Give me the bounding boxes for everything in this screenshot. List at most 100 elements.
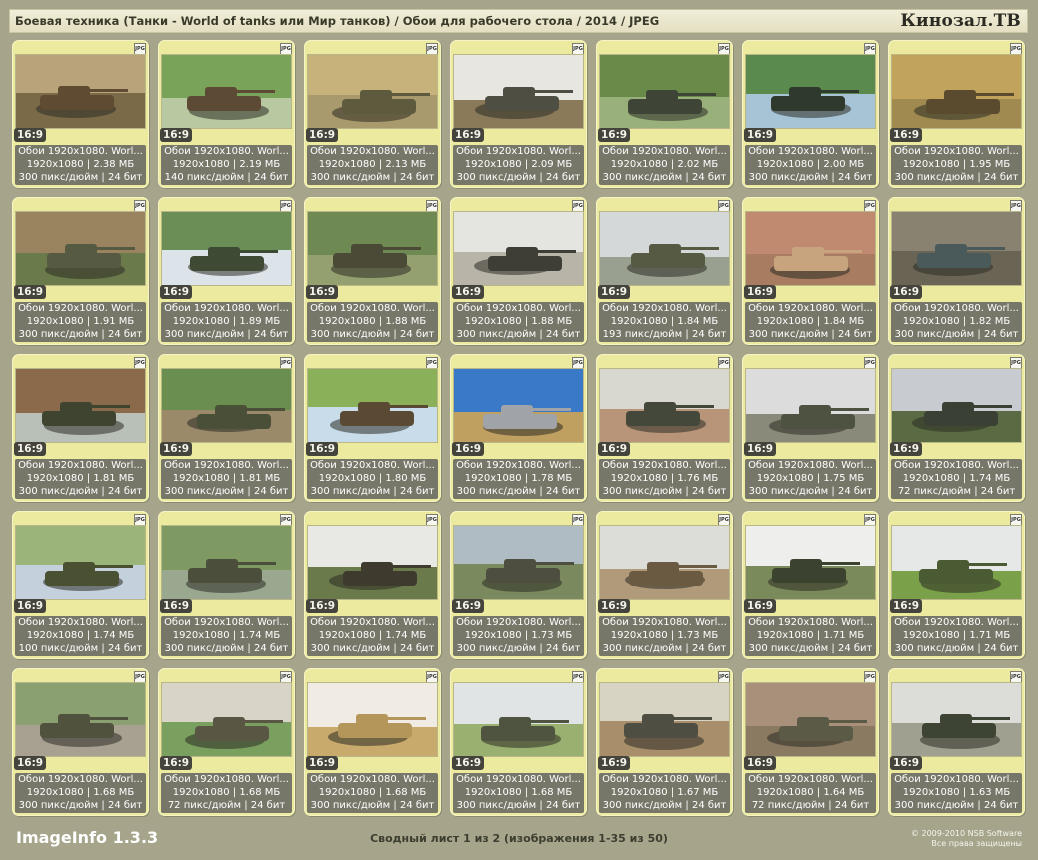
thumbnail-image[interactable] bbox=[308, 683, 437, 756]
thumbnail-image[interactable] bbox=[746, 55, 875, 128]
thumbnail-image[interactable] bbox=[892, 212, 1021, 285]
thumbnail-image[interactable] bbox=[16, 55, 145, 128]
aspect-ratio-badge: 16:9 bbox=[14, 128, 47, 142]
separator: | bbox=[98, 486, 108, 497]
thumbnail-card[interactable]: JPG 16:9 Обои 1920x1080. Worl... 1920x1080 … bbox=[158, 197, 295, 345]
thumbnail-image[interactable] bbox=[746, 369, 875, 442]
bit-depth: 24 бит bbox=[837, 486, 873, 497]
thumbnail-card[interactable]: JPG 16:9 Обои 1920x1080. Worl... 1920x1080 … bbox=[596, 354, 733, 502]
resolution-depth: 300 пикс/дюйм | 24 бит bbox=[745, 485, 876, 498]
aspect-ratio-badge: 16:9 bbox=[598, 599, 631, 613]
thumbnail-image[interactable] bbox=[308, 526, 437, 599]
thumbnail-card[interactable]: JPG 16:9 Обои 1920x1080. Worl... 1920x1080 … bbox=[596, 40, 733, 188]
thumbnail-image[interactable] bbox=[16, 369, 145, 442]
thumbnail-card[interactable]: JPG 16:9 Обои 1920x1080. Worl... 1920x1080 … bbox=[742, 40, 879, 188]
thumbnail-image[interactable] bbox=[746, 526, 875, 599]
thumbnail-image[interactable] bbox=[16, 526, 145, 599]
thumbnail-card[interactable]: JPG 16:9 Обои 1920x1080. Worl... 1920x1080 … bbox=[304, 511, 441, 659]
thumbnail-image[interactable] bbox=[892, 683, 1021, 756]
bit-depth: 24 бит bbox=[250, 800, 286, 811]
thumbnail-card[interactable]: JPG 16:9 Обои 1920x1080. Worl... 1920x1080 … bbox=[158, 511, 295, 659]
thumbnail-card[interactable]: JPG 16:9 Обои 1920x1080. Worl... 1920x1080 … bbox=[742, 197, 879, 345]
thumbnail-card[interactable]: JPG 16:9 Обои 1920x1080. Worl... 1920x1080 … bbox=[304, 354, 441, 502]
separator: | bbox=[98, 329, 108, 340]
dimensions-size: 1920x1080 | 1.78 МБ bbox=[453, 472, 584, 485]
thumbnail-card[interactable]: JPG 16:9 Обои 1920x1080. Worl... 1920x1080 … bbox=[12, 40, 149, 188]
separator: | bbox=[229, 473, 240, 484]
page-title: Боевая техника (Танки - World of tanks и… bbox=[15, 14, 660, 28]
thumbnail-info: Обои 1920x1080. Worl... 1920x1080 | 2.19 … bbox=[161, 145, 292, 185]
thumbnail-card[interactable]: JPG 16:9 Обои 1920x1080. Worl... 1920x1080 … bbox=[742, 668, 879, 816]
thumbnail-card[interactable]: JPG 16:9 Обои 1920x1080. Worl... 1920x1080 … bbox=[12, 197, 149, 345]
thumbnail-card[interactable]: JPG 16:9 Обои 1920x1080. Worl... 1920x1080 … bbox=[888, 40, 1025, 188]
thumbnail-image[interactable] bbox=[16, 212, 145, 285]
thumbnail-card[interactable]: JPG 16:9 Обои 1920x1080. Worl... 1920x1080 … bbox=[450, 511, 587, 659]
thumbnail-image[interactable] bbox=[162, 369, 291, 442]
thumbnail-image[interactable] bbox=[454, 212, 583, 285]
thumbnail-image[interactable] bbox=[162, 526, 291, 599]
thumbnail-card[interactable]: JPG 16:9 Обои 1920x1080. Worl... 1920x1080 … bbox=[304, 197, 441, 345]
thumbnail-image[interactable] bbox=[892, 526, 1021, 599]
thumbnail-image[interactable] bbox=[16, 683, 145, 756]
thumbnail-info: Обои 1920x1080. Worl... 1920x1080 | 1.71 … bbox=[891, 616, 1022, 656]
thumbnail-card[interactable]: JPG 16:9 Обои 1920x1080. Worl... 1920x1080 … bbox=[158, 354, 295, 502]
thumbnail-card[interactable]: JPG 16:9 Обои 1920x1080. Worl... 1920x1080 … bbox=[450, 668, 587, 816]
resolution-depth: 300 пикс/дюйм | 24 бит bbox=[891, 171, 1022, 184]
thumbnail-card[interactable]: JPG 16:9 Обои 1920x1080. Worl... 1920x1080 … bbox=[596, 668, 733, 816]
resolution-depth: 300 пикс/дюйм | 24 бит bbox=[453, 171, 584, 184]
separator: | bbox=[375, 787, 386, 798]
thumbnail-image[interactable] bbox=[600, 683, 729, 756]
thumbnail-image[interactable] bbox=[600, 212, 729, 285]
thumbnail-image[interactable] bbox=[892, 369, 1021, 442]
thumbnail-card[interactable]: JPG 16:9 Обои 1920x1080. Worl... 1920x1080 … bbox=[158, 668, 295, 816]
thumbnail-card[interactable]: JPG 16:9 Обои 1920x1080. Worl... 1920x1080 … bbox=[596, 197, 733, 345]
thumbnail-card[interactable]: JPG 16:9 Обои 1920x1080. Worl... 1920x1080 … bbox=[742, 354, 879, 502]
thumbnail-image[interactable] bbox=[892, 55, 1021, 128]
file-name: Обои 1920x1080. Worl... bbox=[456, 146, 581, 157]
thumbnail-card[interactable]: JPG 16:9 Обои 1920x1080. Worl... 1920x1080 … bbox=[450, 197, 587, 345]
thumbnail-image[interactable] bbox=[600, 526, 729, 599]
thumbnail-card[interactable]: JPG 16:9 Обои 1920x1080. Worl... 1920x1080 … bbox=[450, 354, 587, 502]
thumbnail-card[interactable]: JPG 16:9 Обои 1920x1080. Worl... 1920x1080 … bbox=[596, 511, 733, 659]
separator: | bbox=[98, 172, 108, 183]
thumbnail-image[interactable] bbox=[746, 212, 875, 285]
thumbnail-card[interactable]: JPG 16:9 Обои 1920x1080. Worl... 1920x1080 … bbox=[888, 511, 1025, 659]
resolution-dpi: 300 пикс/дюйм bbox=[748, 172, 829, 183]
thumbnail-info: Обои 1920x1080. Worl... 1920x1080 | 1.68 … bbox=[453, 773, 584, 813]
thumbnail-card[interactable]: JPG 16:9 Обои 1920x1080. Worl... 1920x1080 … bbox=[888, 668, 1025, 816]
dimensions-size: 1920x1080 | 1.88 МБ bbox=[453, 315, 584, 328]
file-name: Обои 1920x1080. Worl... bbox=[310, 460, 435, 471]
thumbnail-card[interactable]: JPG 16:9 Обои 1920x1080. Worl... 1920x1080 … bbox=[888, 197, 1025, 345]
thumbnail-image[interactable] bbox=[308, 212, 437, 285]
thumbnail-card[interactable]: JPG 16:9 Обои 1920x1080. Worl... 1920x1080 … bbox=[304, 668, 441, 816]
thumbnail-image[interactable] bbox=[454, 55, 583, 128]
thumbnail-card[interactable]: JPG 16:9 Обои 1920x1080. Worl... 1920x1080 … bbox=[888, 354, 1025, 502]
resolution-depth: 300 пикс/дюйм | 24 бит bbox=[307, 485, 438, 498]
thumbnail-card[interactable]: JPG 16:9 Обои 1920x1080. Worl... 1920x1080 … bbox=[450, 40, 587, 188]
thumbnail-info: Обои 1920x1080. Worl... 1920x1080 | 1.75 … bbox=[745, 459, 876, 499]
separator: | bbox=[828, 643, 838, 654]
thumbnail-card[interactable]: JPG 16:9 Обои 1920x1080. Worl... 1920x1080 … bbox=[304, 40, 441, 188]
separator: | bbox=[682, 329, 692, 340]
resolution-dpi: 300 пикс/дюйм bbox=[18, 486, 99, 497]
thumbnail-image[interactable] bbox=[600, 55, 729, 128]
thumbnail-image[interactable] bbox=[454, 369, 583, 442]
thumbnail-image[interactable] bbox=[746, 683, 875, 756]
thumbnail-image[interactable] bbox=[454, 683, 583, 756]
thumbnail-image[interactable] bbox=[308, 369, 437, 442]
thumbnail-image[interactable] bbox=[308, 55, 437, 128]
thumbnail-info: Обои 1920x1080. Worl... 1920x1080 | 1.74 … bbox=[307, 616, 438, 656]
thumbnail-info: Обои 1920x1080. Worl... 1920x1080 | 1.88 … bbox=[307, 302, 438, 342]
thumbnail-card[interactable]: JPG 16:9 Обои 1920x1080. Worl... 1920x1080 … bbox=[12, 668, 149, 816]
thumbnail-image[interactable] bbox=[162, 212, 291, 285]
thumbnail-image[interactable] bbox=[162, 55, 291, 128]
thumbnail-image[interactable] bbox=[600, 369, 729, 442]
thumbnail-info: Обои 1920x1080. Worl... 1920x1080 | 1.71 … bbox=[745, 616, 876, 656]
bit-depth: 24 бит bbox=[545, 486, 581, 497]
thumbnail-card[interactable]: JPG 16:9 Обои 1920x1080. Worl... 1920x1080 … bbox=[12, 354, 149, 502]
thumbnail-card[interactable]: JPG 16:9 Обои 1920x1080. Worl... 1920x1080 … bbox=[158, 40, 295, 188]
thumbnail-card[interactable]: JPG 16:9 Обои 1920x1080. Worl... 1920x1080 … bbox=[12, 511, 149, 659]
thumbnail-image[interactable] bbox=[454, 526, 583, 599]
thumbnail-image[interactable] bbox=[162, 683, 291, 756]
thumbnail-card[interactable]: JPG 16:9 Обои 1920x1080. Worl... 1920x1080 … bbox=[742, 511, 879, 659]
